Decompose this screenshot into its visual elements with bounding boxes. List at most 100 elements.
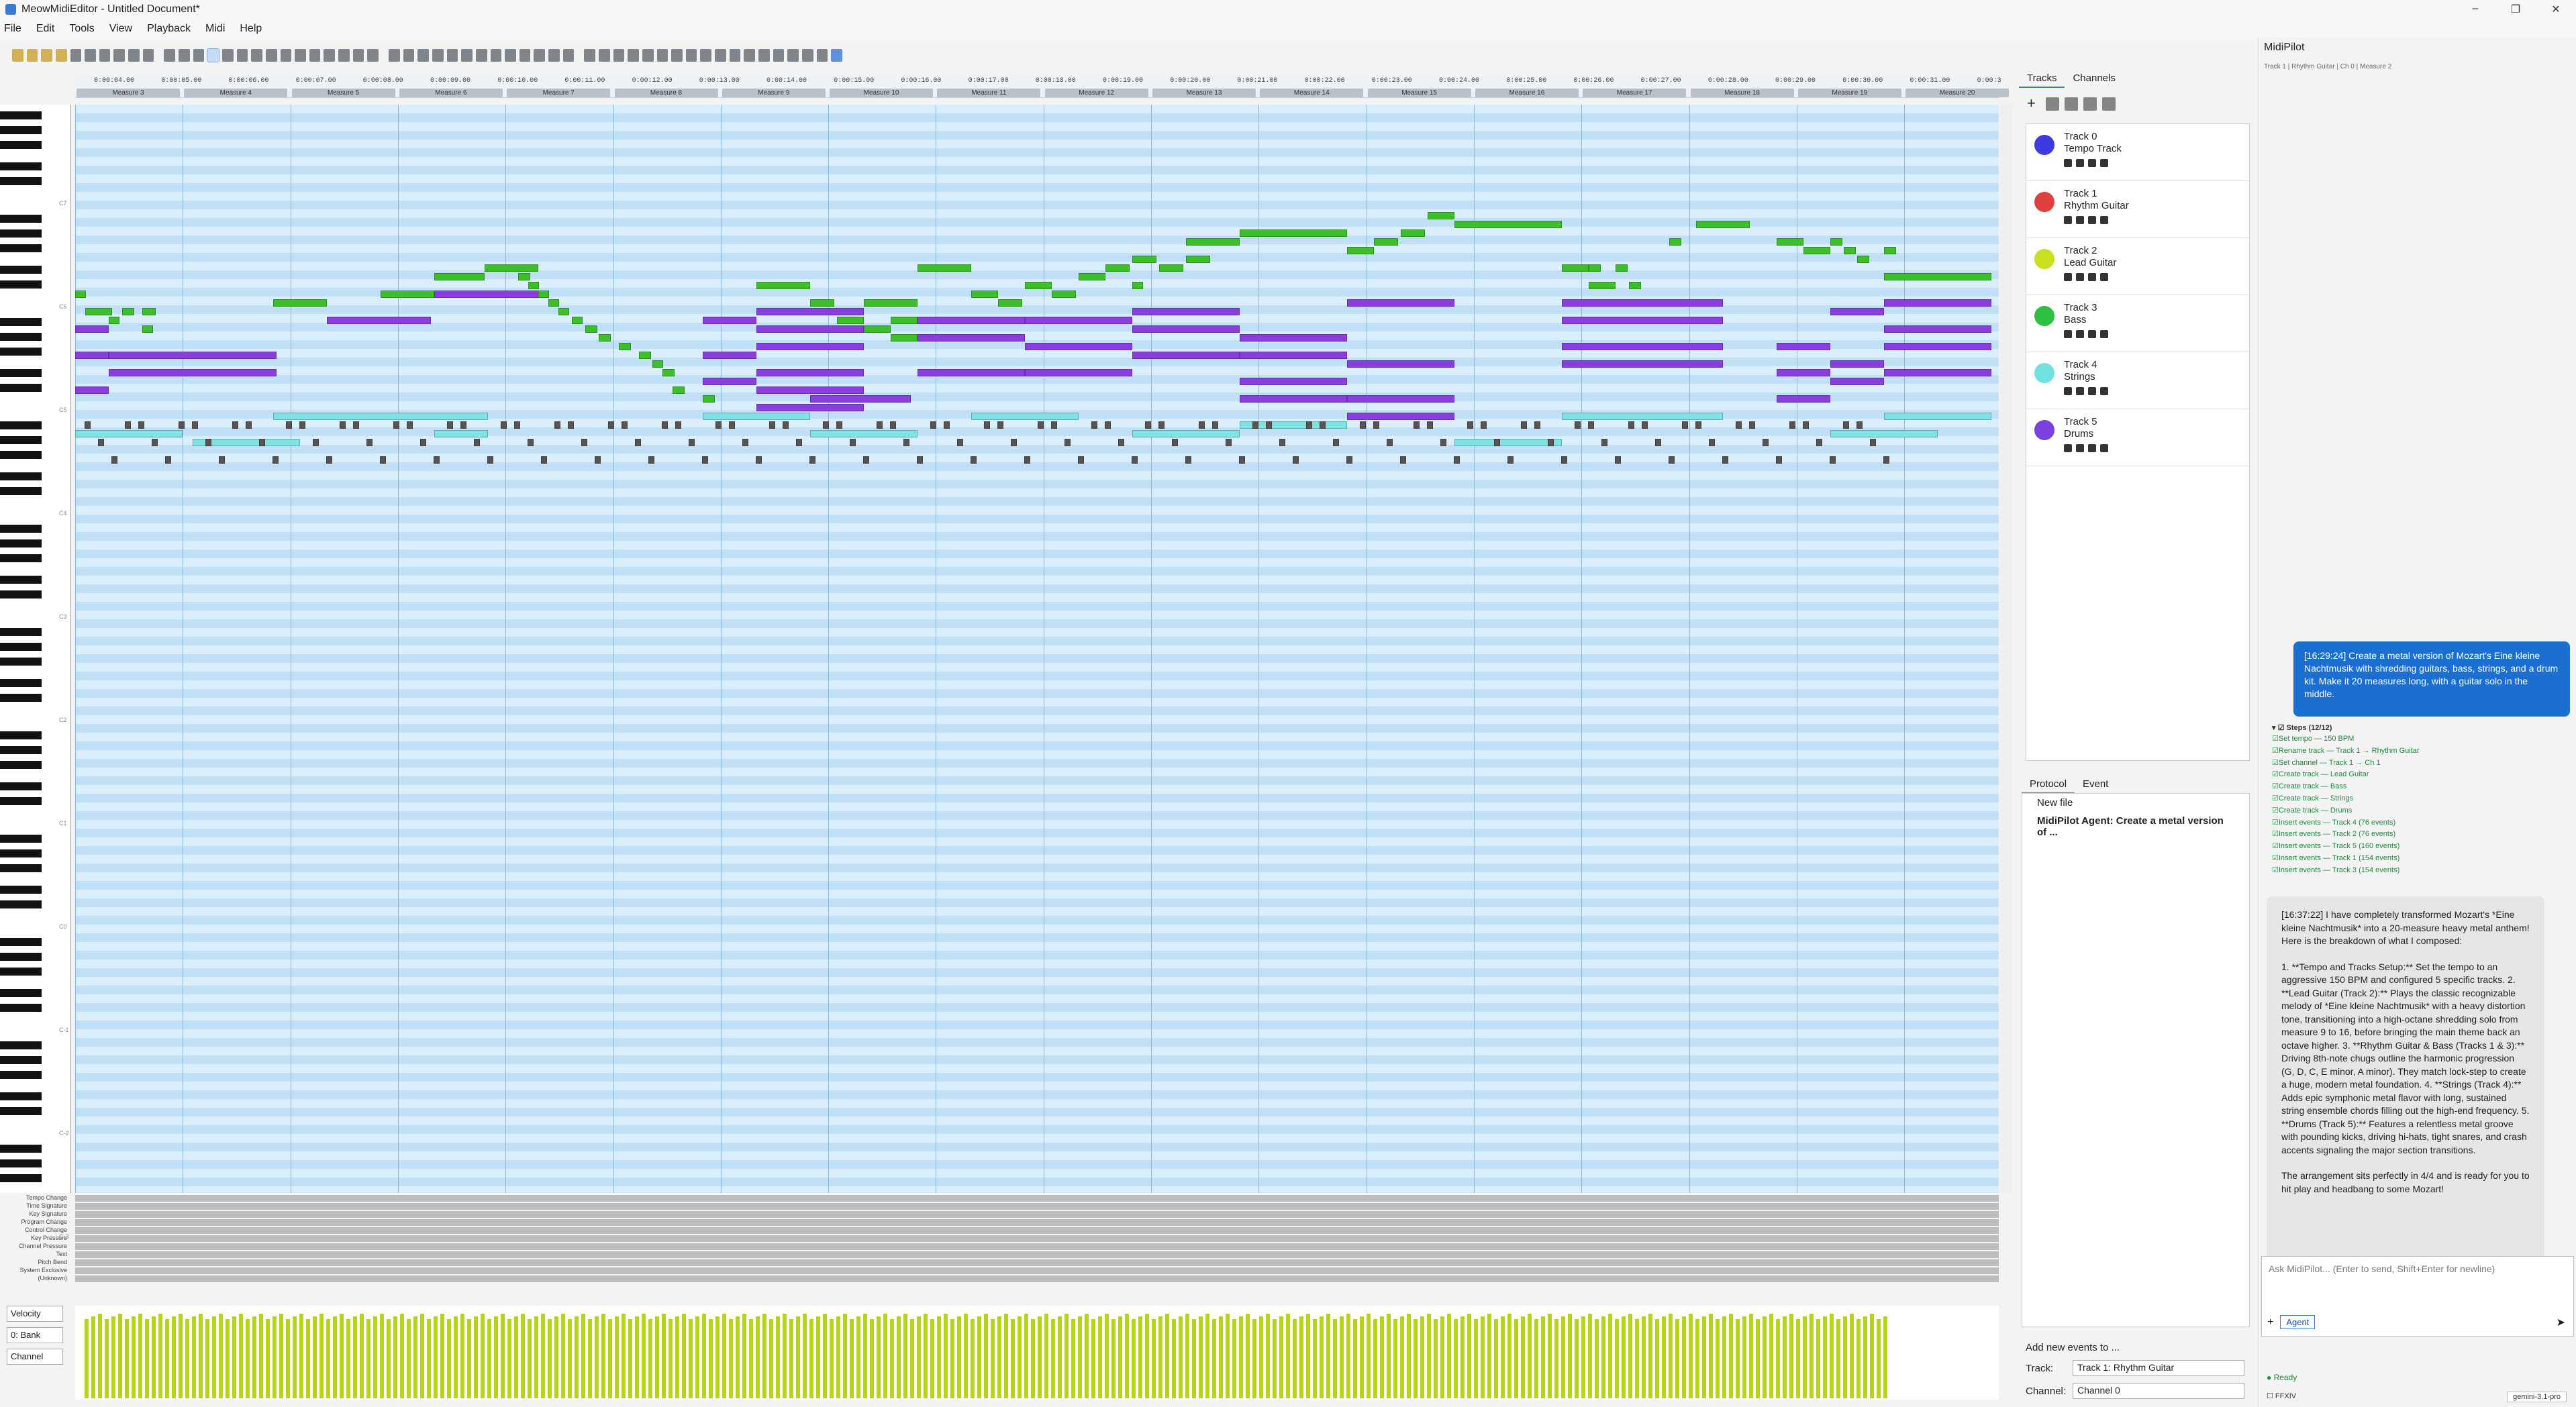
toolbar-tool-icon[interactable] (744, 48, 756, 62)
midi-note[interactable] (1240, 378, 1347, 385)
drum-hit[interactable] (1467, 421, 1473, 429)
drum-hit[interactable] (152, 439, 158, 446)
midi-note[interactable] (1884, 413, 1991, 420)
velocity-bar[interactable] (152, 1316, 156, 1398)
velocity-bar[interactable] (460, 1314, 464, 1398)
toolbar-tool-icon[interactable] (236, 48, 248, 62)
drum-hit[interactable] (608, 421, 614, 429)
toolbar-tool-icon[interactable] (179, 48, 190, 62)
velocity-bar[interactable] (273, 1316, 277, 1398)
velocity-bar[interactable] (689, 1319, 693, 1398)
drum-hit[interactable] (877, 421, 883, 429)
black-key[interactable] (0, 1107, 42, 1115)
velocity-bar[interactable] (1192, 1319, 1196, 1398)
drum-hit[interactable] (273, 456, 279, 464)
velocity-bar[interactable] (1219, 1316, 1223, 1398)
visibility-icon[interactable] (2064, 159, 2072, 167)
midi-note[interactable] (810, 299, 834, 307)
black-key[interactable] (0, 782, 42, 790)
menu-file[interactable]: File (4, 23, 21, 35)
velocity-bar[interactable] (642, 1314, 646, 1398)
midi-note[interactable] (703, 317, 756, 324)
velocity-bar[interactable] (306, 1319, 310, 1398)
toolbar-tool-icon[interactable] (251, 48, 262, 62)
channel-select[interactable]: Channel 0 (2073, 1383, 2244, 1399)
toolbar-tool-icon[interactable] (142, 48, 154, 62)
velocity-bar[interactable] (937, 1316, 941, 1398)
drum-hit[interactable] (1185, 456, 1191, 464)
midi-note[interactable] (756, 386, 864, 394)
drum-hit[interactable] (1064, 439, 1071, 446)
velocity-bar[interactable] (158, 1314, 162, 1398)
velocity-bar[interactable] (856, 1316, 860, 1398)
black-key[interactable] (0, 1092, 42, 1100)
velocity-bar[interactable] (709, 1319, 713, 1398)
midi-note[interactable] (1132, 282, 1143, 289)
velocity-bar[interactable] (387, 1319, 391, 1398)
drum-hit[interactable] (205, 439, 211, 446)
black-key[interactable] (0, 643, 42, 651)
midi-note[interactable] (998, 299, 1022, 307)
velocity-bar[interactable] (1702, 1316, 1706, 1398)
black-key[interactable] (0, 1174, 42, 1182)
velocity-bar[interactable] (165, 1319, 169, 1398)
velocity-bar[interactable] (1239, 1316, 1243, 1398)
drum-hit[interactable] (1320, 421, 1326, 429)
velocity-bar[interactable] (655, 1316, 659, 1398)
velocity-bar[interactable] (1152, 1319, 1156, 1398)
velocity-bar[interactable] (507, 1319, 511, 1398)
drum-hit[interactable] (930, 421, 936, 429)
measure-label[interactable]: Measure 19 (1797, 89, 1901, 97)
send-icon[interactable]: ➤ (2557, 1316, 2565, 1329)
toolbar-tool-icon[interactable] (309, 48, 321, 62)
midi-note[interactable] (1884, 299, 1991, 307)
velocity-bar[interactable] (1440, 1316, 1444, 1398)
velocity-bar[interactable] (1145, 1314, 1149, 1398)
velocity-bar[interactable] (1843, 1316, 1847, 1398)
drum-hit[interactable] (863, 456, 869, 464)
velocity-bar[interactable] (427, 1319, 431, 1398)
velocity-bar[interactable] (313, 1316, 317, 1398)
drum-hit[interactable] (796, 439, 802, 446)
velocity-bar[interactable] (568, 1319, 572, 1398)
velocity-bar[interactable] (877, 1316, 881, 1398)
black-key[interactable] (0, 554, 42, 562)
model-select[interactable]: gemini-3.1-pro (2507, 1392, 2567, 1402)
drum-hit[interactable] (1481, 421, 1487, 429)
midi-note[interactable] (1374, 238, 1398, 246)
velocity-bar[interactable] (971, 1319, 975, 1398)
midi-note[interactable] (1857, 256, 1869, 263)
midi-note[interactable] (918, 264, 971, 272)
drum-hit[interactable] (1601, 439, 1607, 446)
midi-note[interactable] (75, 325, 109, 333)
velocity-bar[interactable] (890, 1319, 894, 1398)
velocity-bar[interactable] (185, 1319, 189, 1398)
midi-note[interactable] (434, 273, 485, 280)
midi-note[interactable] (756, 369, 864, 376)
ask-input[interactable]: Ask MidiPilot... (Enter to send, Shift+E… (2261, 1256, 2574, 1337)
velocity-bar[interactable] (783, 1314, 787, 1398)
velocity-bar[interactable] (776, 1316, 780, 1398)
velocity-bar[interactable] (1561, 1316, 1565, 1398)
velocity-bar[interactable] (1064, 1314, 1069, 1398)
black-key[interactable] (0, 539, 42, 548)
velocity-bar[interactable] (1279, 1316, 1283, 1398)
velocity-bar[interactable] (1158, 1316, 1162, 1398)
drum-hit[interactable] (1212, 421, 1218, 429)
track-row[interactable]: Track 5 Drums (2026, 409, 2249, 466)
velocity-bar[interactable] (1615, 1319, 1619, 1398)
drum-hit[interactable] (648, 456, 654, 464)
black-key[interactable] (0, 318, 42, 326)
velocity-bar[interactable] (991, 1319, 995, 1398)
velocity-bar[interactable] (635, 1316, 639, 1398)
drum-hit[interactable] (460, 421, 466, 429)
black-key[interactable] (0, 694, 42, 702)
drum-hit[interactable] (85, 421, 91, 429)
visibility-icon[interactable] (2064, 216, 2072, 224)
velocity-bar[interactable] (205, 1319, 209, 1398)
midi-note[interactable] (1401, 229, 1425, 237)
velocity-bar[interactable] (702, 1314, 706, 1398)
velocity-bar[interactable] (1004, 1314, 1008, 1398)
toolbar-tool-icon[interactable] (389, 48, 400, 62)
velocity-bar[interactable] (957, 1316, 961, 1398)
